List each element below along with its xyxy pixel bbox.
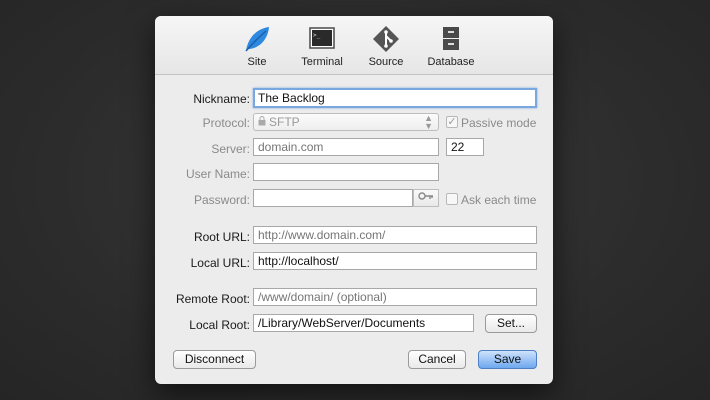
protocol-select[interactable]: SFTP ▲ ▼ <box>253 113 439 131</box>
key-icon <box>418 190 434 204</box>
tab-site-label: Site <box>247 56 267 68</box>
username-field[interactable] <box>253 163 439 181</box>
tab-source[interactable]: Source <box>356 24 416 72</box>
tab-database-label: Database <box>427 56 475 68</box>
username-label: User Name: <box>185 167 250 181</box>
save-button[interactable]: Save <box>478 350 537 369</box>
server-field[interactable] <box>253 138 439 156</box>
site-settings-sheet: Site >_ Terminal Source Database Nicknam… <box>155 16 553 384</box>
tab-database[interactable]: Database <box>421 24 481 72</box>
port-field[interactable] <box>446 138 484 156</box>
nickname-label: Nickname: <box>193 92 250 106</box>
local-root-field[interactable] <box>253 314 474 332</box>
ask-each-time-checkbox[interactable] <box>446 193 458 205</box>
tab-site[interactable]: Site <box>227 24 287 72</box>
ask-each-time-label: Ask each time <box>461 193 537 207</box>
remote-root-label: Remote Root: <box>175 292 250 306</box>
local-root-label: Local Root: <box>189 318 250 332</box>
nickname-field[interactable] <box>253 88 537 108</box>
settings-toolbar: Site >_ Terminal Source Database <box>155 16 553 75</box>
protocol-value: SFTP <box>269 115 300 129</box>
root-url-label: Root URL: <box>193 230 250 244</box>
tab-terminal-label: Terminal <box>301 56 343 68</box>
disconnect-button[interactable]: Disconnect <box>173 350 256 369</box>
remote-root-field[interactable] <box>253 288 537 306</box>
password-field[interactable] <box>253 189 413 207</box>
password-label: Password: <box>193 193 250 207</box>
database-icon <box>436 24 466 54</box>
lock-icon <box>258 115 266 129</box>
terminal-icon: >_ <box>307 24 337 54</box>
passive-mode-checkbox[interactable]: ✓ <box>446 116 458 128</box>
local-url-label: Local URL: <box>190 256 250 270</box>
server-label: Server: <box>211 142 250 156</box>
tab-source-label: Source <box>368 56 404 68</box>
local-url-field[interactable] <box>253 252 537 270</box>
source-icon <box>371 24 401 54</box>
keychain-button[interactable] <box>413 189 439 207</box>
root-url-field[interactable] <box>253 226 537 244</box>
protocol-label: Protocol: <box>202 116 250 130</box>
set-button[interactable]: Set... <box>485 314 537 333</box>
passive-mode-label: Passive mode <box>461 116 537 130</box>
cancel-button[interactable]: Cancel <box>408 350 466 369</box>
svg-text:>_: >_ <box>313 32 321 39</box>
leaf-icon <box>242 24 272 54</box>
tab-terminal[interactable]: >_ Terminal <box>292 24 352 72</box>
select-arrows-icon: ▲ ▼ <box>424 113 433 131</box>
